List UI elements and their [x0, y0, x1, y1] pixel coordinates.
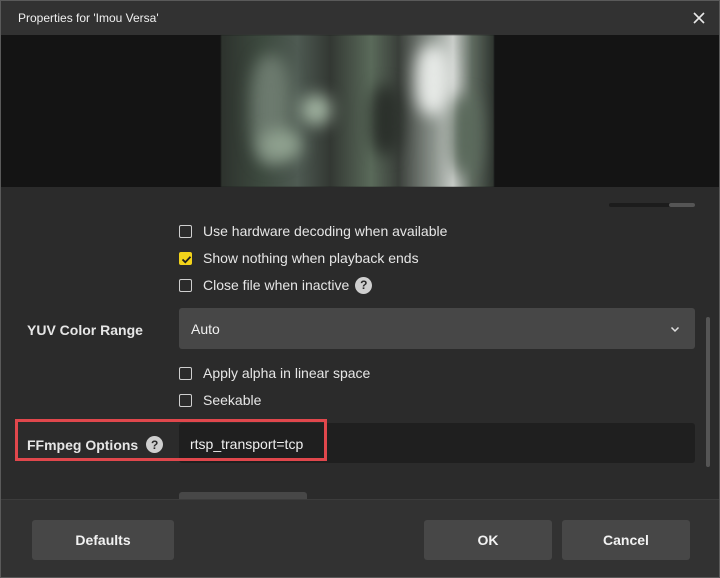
dialog-footer: Defaults OK Cancel	[1, 499, 719, 577]
cancel-button[interactable]: Cancel	[562, 520, 690, 560]
input-value: rtsp_transport=tcp	[190, 436, 304, 452]
help-icon[interactable]: ?	[146, 436, 164, 453]
window-title: Properties for 'Imou Versa'	[18, 11, 159, 25]
preview-image	[221, 35, 494, 187]
ffmpeg-options-label: FFmpeg Options	[27, 436, 139, 453]
show-nothing-checkbox[interactable]: Show nothing when playback ends	[179, 249, 419, 267]
yuv-color-range-label: YUV Color Range	[27, 322, 143, 338]
partially-visible-button[interactable]	[179, 492, 307, 499]
check-icon	[181, 255, 192, 263]
alpha-linear-checkbox[interactable]: Apply alpha in linear space	[179, 364, 370, 382]
chevron-down-icon	[669, 322, 681, 340]
source-preview	[1, 35, 719, 187]
checkbox-label: Close file when inactive	[203, 277, 350, 293]
yuv-color-range-dropdown[interactable]: Auto	[179, 308, 695, 349]
ok-button[interactable]: OK	[424, 520, 552, 560]
checkbox-box[interactable]	[179, 224, 192, 238]
dropdown-value: Auto	[191, 321, 220, 337]
checkbox-box[interactable]	[179, 278, 192, 292]
hardware-decoding-checkbox[interactable]: Use hardware decoding when available	[179, 222, 447, 240]
checkbox-box[interactable]	[179, 366, 192, 380]
checkbox-label: Apply alpha in linear space	[203, 365, 371, 381]
settings-panel: Use hardware decoding when available Sho…	[1, 187, 719, 499]
seekable-checkbox[interactable]: Seekable	[179, 391, 261, 409]
ffmpeg-options-input[interactable]: rtsp_transport=tcp	[179, 423, 695, 463]
checkbox-label: Use hardware decoding when available	[203, 223, 448, 239]
ffmpeg-options-label-group: FFmpeg Options ?	[27, 436, 164, 453]
defaults-button[interactable]: Defaults	[32, 520, 174, 560]
properties-dialog: Properties for 'Imou Versa' Use hardware…	[0, 0, 720, 578]
checkbox-label: Seekable	[203, 392, 262, 408]
title-bar: Properties for 'Imou Versa'	[1, 1, 719, 35]
vertical-scrollbar[interactable]	[706, 317, 710, 467]
close-inactive-checkbox[interactable]: Close file when inactive ?	[179, 276, 373, 294]
checkbox-box[interactable]	[179, 393, 192, 407]
help-icon[interactable]: ?	[355, 276, 373, 294]
close-icon[interactable]	[687, 6, 711, 30]
checkbox-label: Show nothing when playback ends	[203, 250, 419, 266]
checkbox-box-checked[interactable]	[179, 251, 192, 265]
horizontal-scrollbar[interactable]	[609, 203, 695, 207]
